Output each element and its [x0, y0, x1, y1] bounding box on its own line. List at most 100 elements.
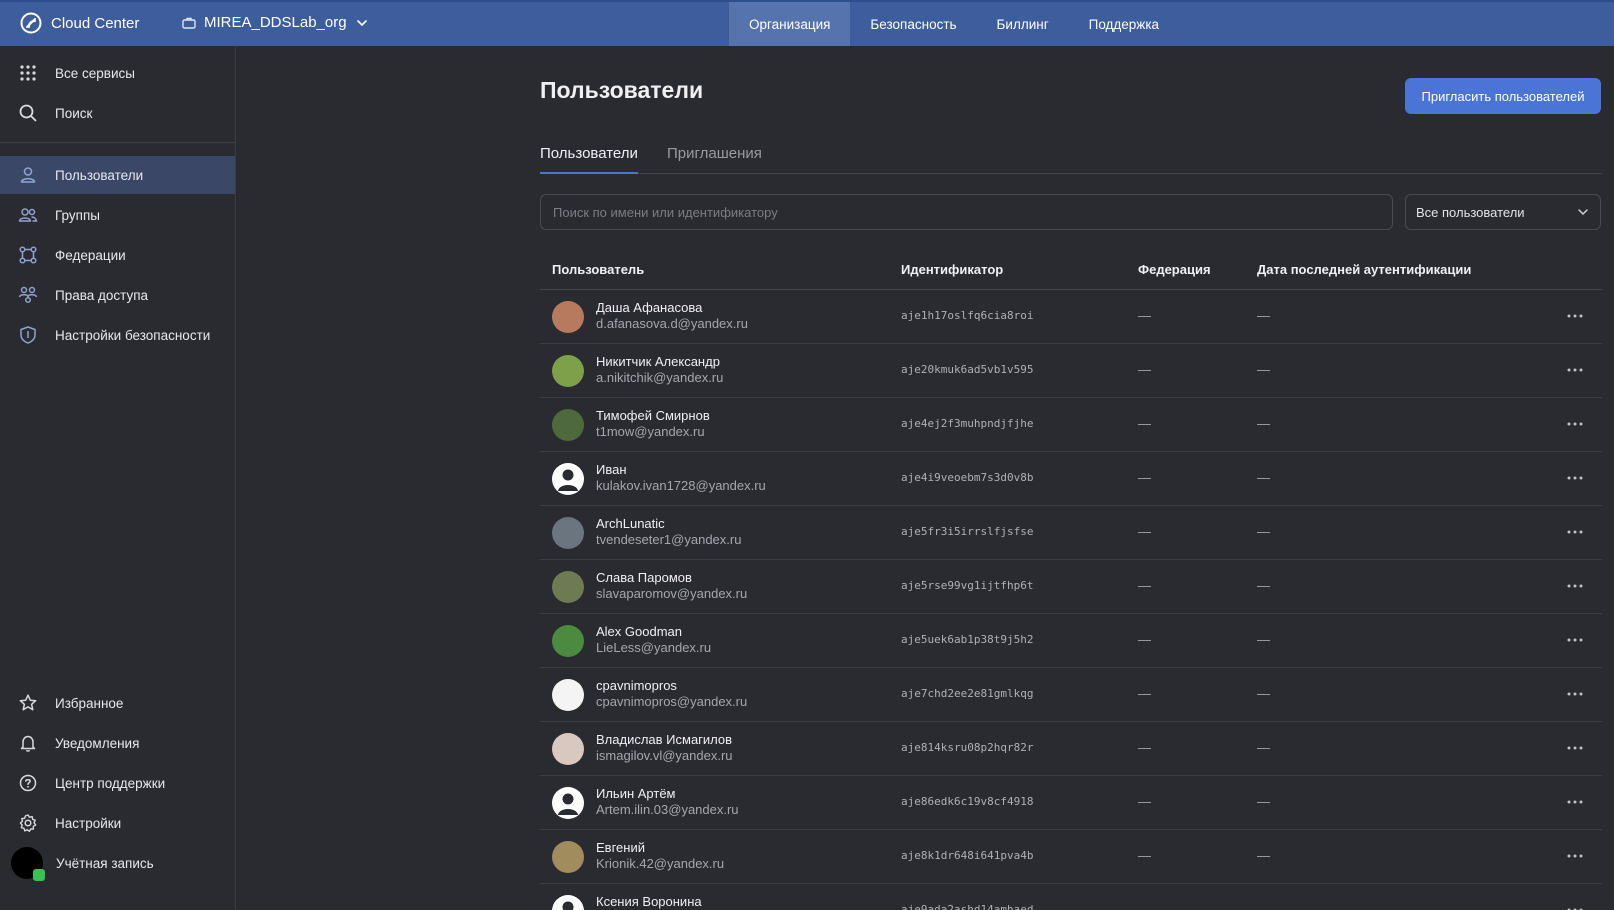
- user-name: Никитчик Александр: [596, 354, 720, 369]
- sidebar-item-groups[interactable]: Группы: [0, 196, 235, 234]
- sidebar-item-favorites[interactable]: Избранное: [0, 684, 235, 722]
- user-last-auth: —: [1257, 740, 1270, 755]
- user-name: Даша Афанасова: [596, 300, 703, 315]
- table-row[interactable]: Никитчик Александр a.nikitchik@yandex.ru a…: [540, 344, 1602, 398]
- user-id: aje86edk6c19v8cf4918: [901, 795, 1034, 808]
- column-header-last-auth[interactable]: Дата последней аутентификации: [1257, 262, 1471, 277]
- avatar: [552, 625, 584, 657]
- table-row[interactable]: Alex Goodman LieLess@yandex.ru aje5uek6ab1…: [540, 614, 1602, 668]
- table-row[interactable]: Слава Паромов slavaparomov@yandex.ru aje5r…: [540, 560, 1602, 614]
- search-input[interactable]: [540, 194, 1393, 230]
- table-row[interactable]: cpavnimopros cpavnimopros@yandex.ru aje7ch…: [540, 668, 1602, 722]
- row-actions-button[interactable]: [1563, 413, 1587, 435]
- sidebar-item-search[interactable]: Поиск: [0, 94, 235, 132]
- user-name: Alex Goodman: [596, 624, 682, 639]
- user-name: Слава Паромов: [596, 570, 692, 585]
- account-badge: [33, 869, 45, 881]
- sidebar-divider: [0, 142, 235, 143]
- top-nav-security[interactable]: Безопасность: [850, 2, 976, 46]
- table-row[interactable]: Евгений Krionik.42@yandex.ru aje8k1dr648i6…: [540, 830, 1602, 884]
- row-actions-button[interactable]: [1563, 359, 1587, 381]
- user-last-auth: —: [1257, 578, 1270, 593]
- user-email: tvendeseter1@yandex.ru: [596, 532, 742, 547]
- user-last-auth: —: [1257, 524, 1270, 539]
- sidebar-item-notifications[interactable]: Уведомления: [0, 724, 235, 762]
- user-email: LieLess@yandex.ru: [596, 640, 712, 655]
- top-bar: Cloud Center MIREA_DDSLab_org Организаци…: [0, 0, 1614, 46]
- user-last-auth: —: [1257, 686, 1270, 701]
- more-icon: [1567, 314, 1583, 318]
- help-icon: [19, 774, 37, 792]
- sidebar-item-settings[interactable]: Настройки: [0, 804, 235, 842]
- user-name: Евгений: [596, 840, 645, 855]
- table-row[interactable]: Ксения Воронина aje9ada2ashd14amhaed — —: [540, 884, 1602, 910]
- column-header-id[interactable]: Идентификатор: [901, 262, 1003, 277]
- table-row[interactable]: Ильин Артём Artem.ilin.03@yandex.ru aje86e…: [540, 776, 1602, 830]
- row-actions-button[interactable]: [1563, 791, 1587, 813]
- avatar: [552, 895, 584, 910]
- user-filter-select[interactable]: Все пользователи: [1405, 194, 1601, 230]
- invite-users-button[interactable]: Пригласить пользователей: [1405, 78, 1601, 114]
- tab-users[interactable]: Пользователи: [540, 145, 638, 174]
- row-actions-button[interactable]: [1563, 521, 1587, 543]
- user-federation: —: [1138, 902, 1151, 910]
- user-federation: —: [1138, 848, 1151, 863]
- row-actions-button[interactable]: [1563, 467, 1587, 489]
- sidebar-item-label: Пользователи: [55, 167, 144, 183]
- user-icon: [20, 167, 36, 183]
- sidebar-item-account[interactable]: Учётная запись: [0, 844, 235, 882]
- table-row[interactable]: Тимофей Смирнов t1mow@yandex.ru aje4ej2f3m…: [540, 398, 1602, 452]
- grid-icon: [20, 65, 36, 81]
- avatar: [552, 463, 584, 495]
- brand[interactable]: Cloud Center: [20, 12, 139, 34]
- table-header: Пользователь Идентификатор Федерация Дат…: [540, 249, 1602, 290]
- table-row[interactable]: Владислав Исмагилов ismagilov.vl@yandex.r…: [540, 722, 1602, 776]
- table-row[interactable]: Даша Афанасова d.afanasova.d@yandex.ru aje…: [540, 290, 1602, 344]
- sidebar-item-federations[interactable]: Федерации: [0, 236, 235, 274]
- avatar: [552, 571, 584, 603]
- sidebar-item-all-services[interactable]: Все сервисы: [0, 54, 235, 92]
- top-nav-organization[interactable]: Организация: [729, 2, 851, 46]
- org-name: MIREA_DDSLab_org: [204, 14, 347, 31]
- tab-invitations[interactable]: Приглашения: [667, 145, 762, 174]
- sidebar-item-support-center[interactable]: Центр поддержки: [0, 764, 235, 802]
- user-federation: —: [1138, 740, 1151, 755]
- tabs: Пользователи Приглашения: [540, 138, 1602, 174]
- user-federation: —: [1138, 578, 1151, 593]
- org-switcher[interactable]: MIREA_DDSLab_org: [182, 14, 369, 31]
- top-nav-support[interactable]: Поддержка: [1069, 2, 1179, 46]
- sidebar-item-access-rights[interactable]: Права доступа: [0, 276, 235, 314]
- user-federation: —: [1138, 308, 1151, 323]
- avatar: [552, 409, 584, 441]
- sidebar-item-users[interactable]: Пользователи: [0, 156, 235, 194]
- sidebar-item-label: Группы: [55, 207, 100, 223]
- more-icon: [1567, 584, 1583, 588]
- user-last-auth: —: [1257, 470, 1270, 485]
- group-icon: [18, 208, 38, 222]
- top-nav: Организация Безопасность Биллинг Поддерж…: [729, 2, 1179, 46]
- table-row[interactable]: ArchLunatic tvendeseter1@yandex.ru aje5fr3…: [540, 506, 1602, 560]
- more-icon: [1567, 692, 1583, 696]
- column-header-federation[interactable]: Федерация: [1138, 262, 1211, 277]
- table-row[interactable]: Иван kulakov.ivan1728@yandex.ru aje4i9veoe…: [540, 452, 1602, 506]
- sidebar-item-security-settings[interactable]: Настройки безопасности: [0, 316, 235, 354]
- column-header-user[interactable]: Пользователь: [552, 262, 644, 277]
- user-name: Тимофей Смирнов: [596, 408, 710, 423]
- more-icon: [1567, 530, 1583, 534]
- row-actions-button[interactable]: [1563, 899, 1587, 910]
- user-federation: —: [1138, 524, 1151, 539]
- row-actions-button[interactable]: [1563, 575, 1587, 597]
- user-name: Ильин Артём: [596, 786, 676, 801]
- row-actions-button[interactable]: [1563, 305, 1587, 327]
- briefcase-icon: [182, 17, 196, 29]
- row-actions-button[interactable]: [1563, 737, 1587, 759]
- user-federation: —: [1138, 470, 1151, 485]
- row-actions-button[interactable]: [1563, 683, 1587, 705]
- default-user-icon: [558, 793, 578, 815]
- user-federation: —: [1138, 416, 1151, 431]
- top-nav-billing[interactable]: Биллинг: [977, 2, 1069, 46]
- user-last-auth: —: [1257, 794, 1270, 809]
- row-actions-button[interactable]: [1563, 629, 1587, 651]
- row-actions-button[interactable]: [1563, 845, 1587, 867]
- user-federation: —: [1138, 362, 1151, 377]
